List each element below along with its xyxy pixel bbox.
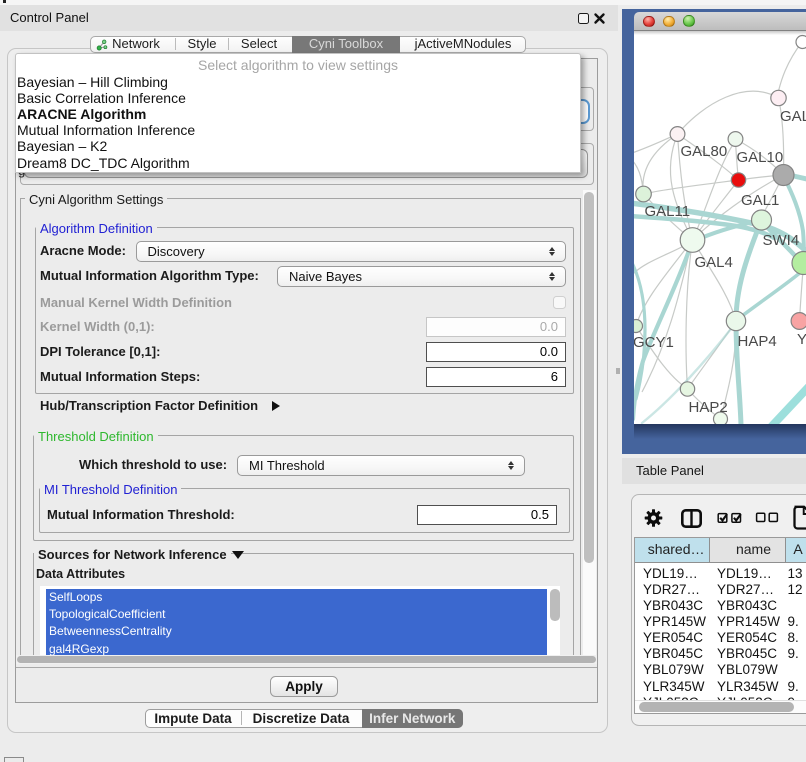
svg-text:GAL11: GAL11 (644, 203, 690, 220)
svg-text:SWI4: SWI4 (762, 232, 799, 249)
svg-text:GAL4: GAL4 (694, 254, 732, 271)
svg-text:GAL2: GAL2 (780, 108, 806, 125)
svg-text:GAL10: GAL10 (736, 149, 783, 166)
svg-text:HAP2: HAP2 (688, 399, 727, 416)
svg-text:GAL1: GAL1 (741, 192, 779, 209)
svg-text:GCY1: GCY1 (634, 334, 674, 351)
svg-text:HAP4: HAP4 (737, 333, 776, 350)
svg-text:Y: Y (797, 331, 806, 348)
svg-text:GAL80: GAL80 (680, 143, 727, 160)
